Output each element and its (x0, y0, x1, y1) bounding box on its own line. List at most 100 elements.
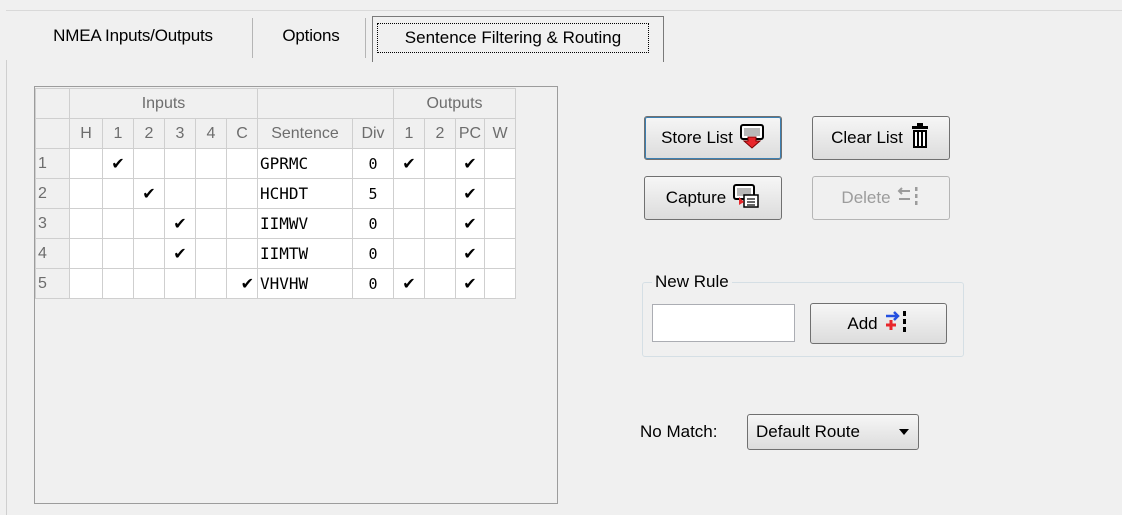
cell-div[interactable]: 0 (352, 268, 394, 299)
col-header-w[interactable]: W (484, 118, 516, 149)
cell-h[interactable] (69, 238, 103, 269)
cell-input-2[interactable]: ✔ (133, 178, 165, 209)
cell-h[interactable] (69, 148, 103, 179)
table-row[interactable]: 4 ✔ IIMTW 0 ✔ (35, 238, 516, 269)
cell-c[interactable] (226, 178, 258, 209)
cell-input-2[interactable] (133, 148, 165, 179)
col-header-output-2[interactable]: 2 (424, 118, 456, 149)
cell-w[interactable] (484, 238, 516, 269)
add-label: Add (847, 313, 878, 333)
cell-sentence[interactable]: IIMTW (257, 238, 353, 269)
cell-input-1[interactable] (102, 178, 134, 209)
cell-input-3[interactable]: ✔ (164, 208, 196, 239)
cell-output-1[interactable]: ✔ (393, 268, 425, 299)
col-header-input-3[interactable]: 3 (164, 118, 196, 149)
cell-input-4[interactable] (195, 148, 227, 179)
col-header-output-1[interactable]: 1 (393, 118, 425, 149)
cell-w[interactable] (484, 268, 516, 299)
cell-h[interactable] (69, 178, 103, 209)
cell-c[interactable] (226, 148, 258, 179)
cell-sentence[interactable]: VHVHW (257, 268, 353, 299)
col-header-c[interactable]: C (226, 118, 258, 149)
cell-pc[interactable]: ✔ (455, 238, 485, 269)
cell-c[interactable] (226, 208, 258, 239)
cell-sentence[interactable]: GPRMC (257, 148, 353, 179)
row-number[interactable]: 5 (35, 268, 70, 299)
cell-output-1[interactable] (393, 238, 425, 269)
row-number[interactable]: 1 (35, 148, 70, 179)
col-header-div[interactable]: Div (352, 118, 394, 149)
cell-c[interactable]: ✔ (226, 268, 258, 299)
cell-input-4[interactable] (195, 268, 227, 299)
cell-input-3[interactable] (164, 268, 196, 299)
cell-w[interactable] (484, 148, 516, 179)
cell-output-1[interactable] (393, 208, 425, 239)
cell-input-2[interactable] (133, 268, 165, 299)
cell-input-1[interactable]: ✔ (102, 148, 134, 179)
panel-edge (6, 60, 7, 515)
cell-output-2[interactable] (424, 268, 456, 299)
trash-icon (909, 122, 931, 154)
delete-button[interactable]: Delete (812, 176, 950, 220)
row-number[interactable]: 2 (35, 178, 70, 209)
middle-group-header (257, 88, 394, 119)
cell-h[interactable] (69, 208, 103, 239)
capture-icon (732, 183, 760, 214)
cell-sentence[interactable]: IIMWV (257, 208, 353, 239)
tab-options[interactable]: Options (264, 14, 358, 58)
cell-output-2[interactable] (424, 208, 456, 239)
store-list-button[interactable]: Store List (644, 116, 782, 160)
cell-input-1[interactable] (102, 238, 134, 269)
row-number[interactable]: 4 (35, 238, 70, 269)
cell-input-2[interactable] (133, 238, 165, 269)
col-header-input-4[interactable]: 4 (195, 118, 227, 149)
col-header-input-2[interactable]: 2 (133, 118, 165, 149)
col-header-h[interactable]: H (69, 118, 103, 149)
cell-input-1[interactable] (102, 268, 134, 299)
table-row[interactable]: 1 ✔ GPRMC 0 ✔ ✔ (35, 148, 516, 179)
cell-output-2[interactable] (424, 238, 456, 269)
cell-div[interactable]: 0 (352, 208, 394, 239)
cell-output-2[interactable] (424, 178, 456, 209)
no-match-select[interactable]: Default Route (747, 414, 919, 450)
cell-w[interactable] (484, 178, 516, 209)
col-header-pc[interactable]: PC (455, 118, 485, 149)
cell-h[interactable] (69, 268, 103, 299)
cell-pc[interactable]: ✔ (455, 208, 485, 239)
cell-input-4[interactable] (195, 238, 227, 269)
cell-w[interactable] (484, 208, 516, 239)
cell-div[interactable]: 5 (352, 178, 394, 209)
cell-sentence[interactable]: HCHDT (257, 178, 353, 209)
cell-input-4[interactable] (195, 178, 227, 209)
capture-button[interactable]: Capture (644, 176, 782, 220)
cell-output-1[interactable] (393, 178, 425, 209)
chevron-down-icon[interactable] (899, 429, 909, 435)
table-row[interactable]: 2 ✔ HCHDT 5 ✔ (35, 178, 516, 209)
clear-list-button[interactable]: Clear List (812, 116, 950, 160)
tab-separator (252, 18, 253, 58)
delete-label: Delete (841, 188, 891, 207)
cell-input-3[interactable] (164, 148, 196, 179)
table-row[interactable]: 5 ✔ VHVHW 0 ✔ ✔ (35, 268, 516, 299)
cell-c[interactable] (226, 238, 258, 269)
cell-input-2[interactable] (133, 208, 165, 239)
tab-nmea-inputs-outputs[interactable]: NMEA Inputs/Outputs (26, 14, 240, 58)
tab-sentence-filtering-routing-label[interactable]: Sentence Filtering & Routing (377, 23, 649, 53)
cell-input-4[interactable] (195, 208, 227, 239)
cell-pc[interactable]: ✔ (455, 268, 485, 299)
cell-output-1[interactable]: ✔ (393, 148, 425, 179)
cell-input-1[interactable] (102, 208, 134, 239)
cell-output-2[interactable] (424, 148, 456, 179)
new-rule-input[interactable] (652, 304, 795, 342)
cell-pc[interactable]: ✔ (455, 148, 485, 179)
col-header-sentence[interactable]: Sentence (257, 118, 353, 149)
cell-pc[interactable]: ✔ (455, 178, 485, 209)
cell-input-3[interactable] (164, 178, 196, 209)
table-row[interactable]: 3 ✔ IIMWV 0 ✔ (35, 208, 516, 239)
row-number[interactable]: 3 (35, 208, 70, 239)
add-button[interactable]: Add (810, 303, 947, 344)
cell-input-3[interactable]: ✔ (164, 238, 196, 269)
cell-div[interactable]: 0 (352, 238, 394, 269)
cell-div[interactable]: 0 (352, 148, 394, 179)
col-header-input-1[interactable]: 1 (102, 118, 134, 149)
